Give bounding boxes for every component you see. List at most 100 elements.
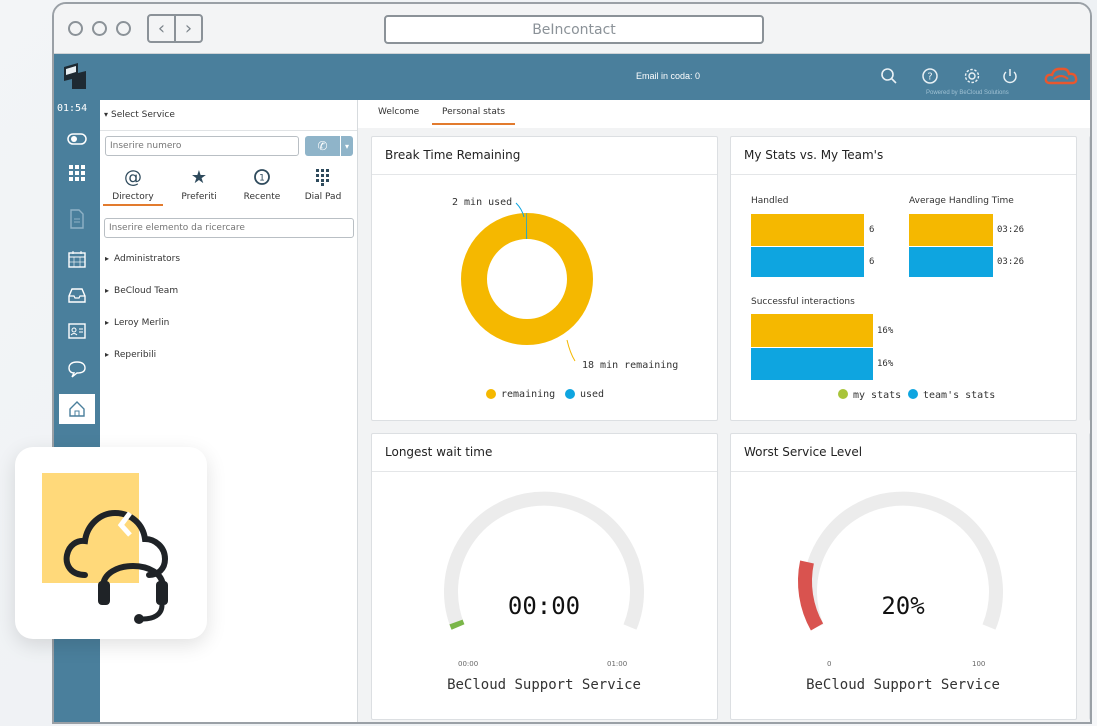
app-badge	[15, 447, 207, 639]
aht-team-value: 03:26	[997, 257, 1025, 267]
calendar-icon[interactable]	[59, 244, 95, 274]
settings-gear-icon[interactable]	[960, 64, 984, 88]
history-icon: 1	[232, 166, 292, 188]
app-topbar: Email in coda: 0 ? Powered by BeCloud So…	[54, 54, 1090, 100]
directory-tabs: @ Directory ★ Preferiti 1 Recente Dial P…	[100, 166, 357, 212]
group-reperibili[interactable]: Reperibili	[105, 350, 156, 360]
aht-label: Average Handling Time	[909, 196, 1014, 206]
content-tabs: Welcome Personal stats	[358, 100, 1090, 128]
worst-service-card: Worst Service Level 20% 0 100 BeCloud Su…	[730, 433, 1077, 720]
gauge-max-label: 100	[972, 660, 985, 668]
select-service-dropdown[interactable]: Select Service	[104, 110, 175, 120]
svg-text:1: 1	[259, 174, 265, 184]
tab-welcome[interactable]: Welcome	[378, 107, 419, 117]
chevron-down-icon[interactable]: ▾	[341, 136, 353, 156]
window-maximize-dot[interactable]	[116, 21, 131, 36]
gauge-value-arc	[449, 619, 465, 630]
gauge-service-name: BeCloud Support Service	[447, 677, 641, 693]
tab-recente[interactable]: 1 Recente	[232, 166, 292, 202]
becloud-logo-icon	[1044, 64, 1078, 88]
inbox-icon[interactable]	[59, 280, 95, 310]
window-minimize-dot[interactable]	[92, 21, 107, 36]
browser-nav-buttons: ‹ ›	[147, 14, 203, 43]
remaining-data-label: 18 min remaining	[582, 360, 678, 371]
back-icon[interactable]: ‹	[149, 16, 176, 41]
success-label: Successful interactions	[751, 297, 855, 307]
longest-wait-gauge: 00:00 00:00 01:00 BeCloud Support Servic…	[444, 491, 644, 693]
handled-label: Handled	[751, 196, 789, 206]
card-title: My Stats vs. My Team's	[731, 137, 1076, 175]
offscreen-card-edge	[1089, 136, 1090, 421]
gauge-value: 00:00	[508, 592, 580, 620]
phone-number-input[interactable]	[105, 136, 299, 156]
card-title: Worst Service Level	[731, 434, 1076, 472]
group-becloud-team[interactable]: BeCloud Team	[105, 286, 178, 296]
success-team-value: 16%	[877, 359, 894, 369]
cloud-headset-icon	[42, 473, 169, 624]
home-icon[interactable]	[59, 394, 95, 424]
legend-remaining[interactable]: remaining	[501, 389, 555, 400]
star-icon: ★	[190, 166, 208, 188]
remaining-leader-line	[566, 339, 576, 362]
main-content: Welcome Personal stats Break Time Remain…	[358, 100, 1090, 722]
handled-my-value: 6	[869, 225, 875, 235]
chat-bubble-icon[interactable]	[59, 354, 95, 384]
legend-my-stats-label: my stats	[853, 390, 902, 401]
success-my-bar	[751, 314, 873, 347]
gauge-min-label: 0	[827, 660, 831, 668]
offscreen-card-edge	[1089, 433, 1090, 720]
address-bar[interactable]: BeIncontact	[384, 15, 764, 44]
document-icon[interactable]	[59, 204, 95, 234]
legend-remaining-dot	[486, 389, 496, 399]
forward-icon[interactable]: ›	[176, 16, 201, 41]
worst-service-gauge: 20% 0 100 BeCloud Support Service	[798, 491, 1003, 693]
headset-mic	[134, 614, 144, 624]
group-leroy-merlin[interactable]: Leroy Merlin	[105, 318, 169, 328]
legend-team-stats-label: team's stats	[923, 390, 996, 401]
powered-by-text: Powered by BeCloud Solutions	[926, 90, 1009, 96]
success-team-bar	[751, 348, 873, 380]
browser-toolbar: ‹ › BeIncontact	[54, 4, 1090, 54]
apps-grid-icon[interactable]	[59, 158, 95, 188]
tab-label: Dial Pad	[304, 192, 342, 202]
phone-icon[interactable]: ✆	[305, 136, 341, 156]
call-button[interactable]: ✆ ▾	[305, 136, 353, 156]
card-title: Break Time Remaining	[372, 137, 717, 175]
break-time-donut-chart: 2 min used 18 min remaining remaining us…	[452, 197, 678, 400]
power-icon[interactable]	[998, 64, 1022, 88]
handled-team-bar	[751, 247, 864, 277]
svg-text:?: ?	[927, 72, 932, 83]
headset-mic-arm	[142, 604, 165, 622]
aht-my-value: 03:26	[997, 225, 1025, 235]
toggle-status-icon[interactable]	[59, 124, 95, 154]
browser-window: ‹ › BeIncontact Email in coda: 0 ? Power…	[52, 2, 1092, 724]
handled-team-value: 6	[869, 257, 875, 267]
my-stats-card: My Stats vs. My Team's Handled 6 6 Avera…	[730, 136, 1077, 421]
tab-label: Preferiti	[181, 192, 217, 202]
email-queue-status: Email in coda: 0	[636, 71, 701, 81]
tab-directory[interactable]: @ Directory	[103, 166, 163, 206]
session-timer: 01:54	[57, 103, 88, 114]
headset-left-cup	[98, 581, 110, 605]
gauge-value: 20%	[881, 592, 925, 620]
gauge-min-label: 00:00	[458, 660, 478, 668]
gauge-max-label: 01:00	[607, 660, 627, 668]
search-icon[interactable]	[877, 64, 901, 88]
group-administrators[interactable]: Administrators	[105, 254, 180, 264]
window-close-dot[interactable]	[68, 21, 83, 36]
contact-card-icon[interactable]	[59, 316, 95, 346]
handled-my-bar	[751, 214, 864, 246]
tab-dial-pad[interactable]: Dial Pad	[293, 166, 353, 202]
directory-search-input[interactable]	[104, 218, 354, 238]
legend-used[interactable]: used	[580, 389, 604, 400]
legend-my-stats-dot	[838, 389, 848, 399]
legend-used-dot	[565, 389, 575, 399]
tab-personal-stats[interactable]: Personal stats	[432, 107, 516, 125]
at-icon: @	[124, 166, 142, 188]
legend-team-stats[interactable]: team's stats	[908, 389, 995, 401]
app-logo-icon	[64, 63, 86, 89]
legend-my-stats[interactable]: my stats	[838, 389, 901, 401]
legend-team-stats-dot	[908, 389, 918, 399]
help-icon[interactable]: ?	[918, 64, 942, 88]
tab-preferiti[interactable]: ★ Preferiti	[169, 166, 229, 203]
